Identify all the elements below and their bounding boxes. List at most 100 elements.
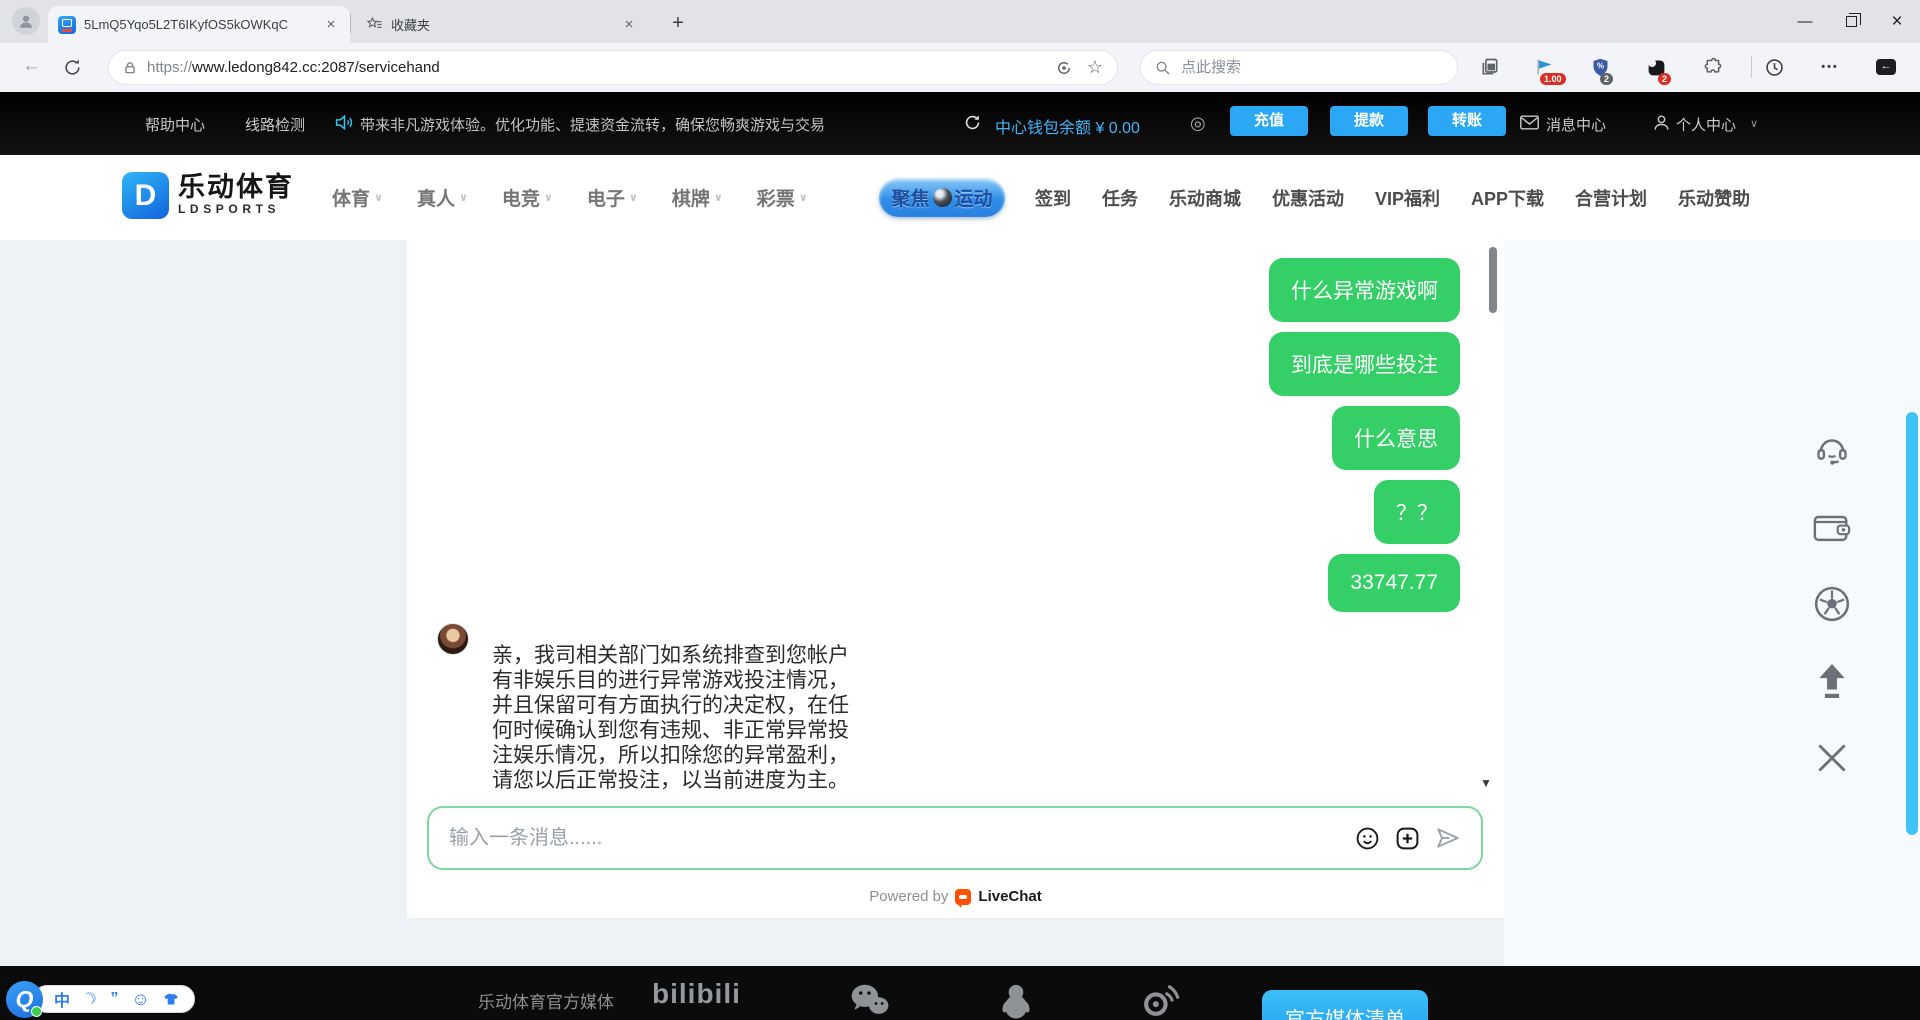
chat-bubble-outgoing: 什么异常游戏啊 <box>1269 258 1460 322</box>
menu-live[interactable]: 真人∨ <box>417 184 468 211</box>
tab-close-icon[interactable]: × <box>620 16 638 33</box>
translate-icon[interactable] <box>1055 59 1073 77</box>
line-check-link[interactable]: 线路检测 <box>245 114 305 135</box>
ime-toolbar: Q 中 ☽ ” ☺ <box>6 980 195 1018</box>
browser-window: 5LmQ5Yqo5L2T6IKyfOS5kOWKqC × 收藏夹 × + — ×… <box>0 0 1920 1020</box>
customer-service-button[interactable] <box>1812 430 1852 470</box>
emoji-icon[interactable] <box>1355 826 1380 851</box>
weibo-icon[interactable] <box>1140 982 1180 1018</box>
livechat-panel: 什么异常游戏啊 到底是哪些投注 什么意思 ？？ 33747.77 亲，我司相关部… <box>407 240 1504 918</box>
message-center-link[interactable]: 消息中心 <box>1546 114 1606 135</box>
back-to-top-button[interactable] <box>1812 661 1852 701</box>
sidebar-panel-button[interactable]: ← <box>1874 55 1898 79</box>
official-media-list-button[interactable]: 官方媒体清单 <box>1262 990 1428 1020</box>
ime-skin-icon[interactable] <box>163 992 180 1007</box>
link-promos[interactable]: 优惠活动 <box>1272 185 1344 211</box>
announcement-marquee: 带来非凡游戏体验。优化功能、提速资金流转，确保您畅爽游戏与交易 <box>360 114 885 135</box>
link-sponsor[interactable]: 乐动赞助 <box>1678 185 1750 211</box>
main-nav: D 乐动体育 LDSPORTS 体育∨ 真人∨ 电竞∨ 电子∨ 棋牌∨ 彩票∨ … <box>0 155 1920 240</box>
site-logo[interactable]: D 乐动体育 LDSPORTS <box>122 172 294 219</box>
right-panel-background <box>1504 240 1920 966</box>
upload-arrow-icon <box>1815 662 1849 700</box>
menu-lottery[interactable]: 彩票∨ <box>757 184 808 211</box>
link-vip[interactable]: VIP福利 <box>1375 185 1440 211</box>
focus-sports-badge[interactable]: 聚焦 运动 <box>879 178 1005 217</box>
send-icon[interactable] <box>1435 825 1461 851</box>
site-footer: 乐动体育官方媒体 bilibili 官方媒体清单 <box>0 966 1920 1020</box>
link-app-download[interactable]: APP下载 <box>1471 185 1544 211</box>
envelope-icon <box>1520 115 1539 130</box>
search-box[interactable] <box>1140 50 1458 85</box>
favorite-star-icon[interactable]: ☆ <box>1087 57 1103 78</box>
help-center-link[interactable]: 帮助中心 <box>145 114 205 135</box>
sports-button[interactable] <box>1812 584 1852 624</box>
personal-center-link[interactable]: 个人中心 <box>1676 114 1736 135</box>
copy-pages-button[interactable] <box>1478 55 1502 79</box>
page-content: 什么异常游戏啊 到底是哪些投注 什么意思 ？？ 33747.77 亲，我司相关部… <box>0 240 1920 966</box>
ime-emoji-icon[interactable]: ☺ <box>131 989 149 1010</box>
tab-title: 收藏夹 <box>391 15 612 34</box>
search-input[interactable] <box>1181 59 1411 76</box>
close-window-button[interactable]: × <box>1874 0 1920 43</box>
minimize-button[interactable]: — <box>1782 0 1828 43</box>
wallet-refresh-icon[interactable] <box>963 113 982 132</box>
ime-moon-icon[interactable]: ☽ <box>79 987 101 1011</box>
ime-punct-icon[interactable]: ” <box>110 990 118 1008</box>
sogou-logo-icon[interactable]: Q <box>6 981 43 1018</box>
history-button[interactable] <box>1762 55 1786 79</box>
tab-service[interactable]: 5LmQ5Yqo5L2T6IKyfOS5kOWKqC × <box>48 6 350 43</box>
link-tasks[interactable]: 任务 <box>1102 185 1138 211</box>
address-bar[interactable]: https://www.ledong842.cc:2087/servicehan… <box>108 50 1118 85</box>
restore-button[interactable] <box>1828 0 1874 43</box>
shield-badge: 2 <box>1600 73 1613 85</box>
menu-sports[interactable]: 体育∨ <box>332 184 383 211</box>
tab-close-icon[interactable]: × <box>322 16 340 33</box>
chat-scrollbar-thumb[interactable] <box>1489 247 1497 313</box>
wechat-icon[interactable] <box>848 982 890 1018</box>
link-checkin[interactable]: 签到 <box>1035 185 1071 211</box>
qq-icon[interactable] <box>998 982 1034 1020</box>
football-icon <box>1813 585 1851 623</box>
site-top-bar: 帮助中心 线路检测 带来非凡游戏体验。优化功能、提速资金流转，确保您畅爽游戏与交… <box>0 92 1920 155</box>
withdraw-button[interactable]: 提款 <box>1330 106 1408 136</box>
bilibili-logo[interactable]: bilibili <box>652 978 741 1010</box>
outgoing-messages: 什么异常游戏啊 到底是哪些投注 什么意思 ？？ 33747.77 <box>1269 258 1460 622</box>
logo-cn-text: 乐动体育 <box>178 172 294 202</box>
secondary-links: 签到 任务 乐动商城 优惠活动 VIP福利 APP下载 合营计划 乐动赞助 <box>1035 155 1750 240</box>
message-input-box[interactable] <box>427 806 1483 870</box>
extensions-button[interactable] <box>1700 55 1724 79</box>
menu-cards[interactable]: 棋牌∨ <box>672 184 723 211</box>
chat-message-incoming: 亲，我司相关部门如系统排查到您帐户有非娱乐目的进行异常游戏投注情况，并且保留可有… <box>492 643 864 793</box>
chevron-down-icon: ∨ <box>374 191 383 204</box>
powered-by-row: Powered by LiveChat <box>407 888 1504 905</box>
ime-status-pill: 中 ☽ ” ☺ <box>33 985 195 1013</box>
chat-bubble-outgoing: ？？ <box>1374 480 1460 544</box>
page-scrollbar-thumb[interactable] <box>1906 412 1918 835</box>
ime-lang-indicator[interactable]: 中 <box>54 987 70 1011</box>
browser-profile-button[interactable] <box>12 7 40 35</box>
message-input[interactable] <box>449 827 1355 850</box>
powered-by-text: Powered by <box>869 888 948 905</box>
back-button[interactable]: ← <box>22 55 41 77</box>
transfer-button[interactable]: 转账 <box>1428 106 1506 136</box>
refresh-button[interactable] <box>60 55 84 79</box>
wallet-button[interactable] <box>1812 507 1852 547</box>
tab-separator <box>350 13 351 33</box>
livechat-brand-text[interactable]: LiveChat <box>978 888 1041 905</box>
primary-menu: 体育∨ 真人∨ 电竞∨ 电子∨ 棋牌∨ 彩票∨ <box>332 155 808 240</box>
link-affiliate[interactable]: 合营计划 <box>1575 185 1647 211</box>
attach-plus-icon[interactable] <box>1395 826 1420 851</box>
new-tab-button[interactable]: + <box>664 10 692 38</box>
chat-scroll-down-icon[interactable]: ▼ <box>1480 776 1492 790</box>
close-sidebar-button[interactable] <box>1812 738 1852 778</box>
sidebar-panel-icon: ← <box>1876 59 1896 75</box>
link-mall[interactable]: 乐动商城 <box>1169 185 1241 211</box>
menu-esports[interactable]: 电竞∨ <box>502 184 553 211</box>
deposit-button[interactable]: 充值 <box>1230 106 1308 136</box>
profile-chevron-icon[interactable]: ∨ <box>1750 117 1758 130</box>
balance-eye-icon[interactable]: ◎ <box>1190 113 1206 134</box>
agent-avatar <box>437 623 469 655</box>
settings-more-button[interactable]: ••• <box>1818 55 1842 79</box>
tab-favorites[interactable]: 收藏夹 × <box>356 6 648 43</box>
menu-slots[interactable]: 电子∨ <box>587 184 638 211</box>
